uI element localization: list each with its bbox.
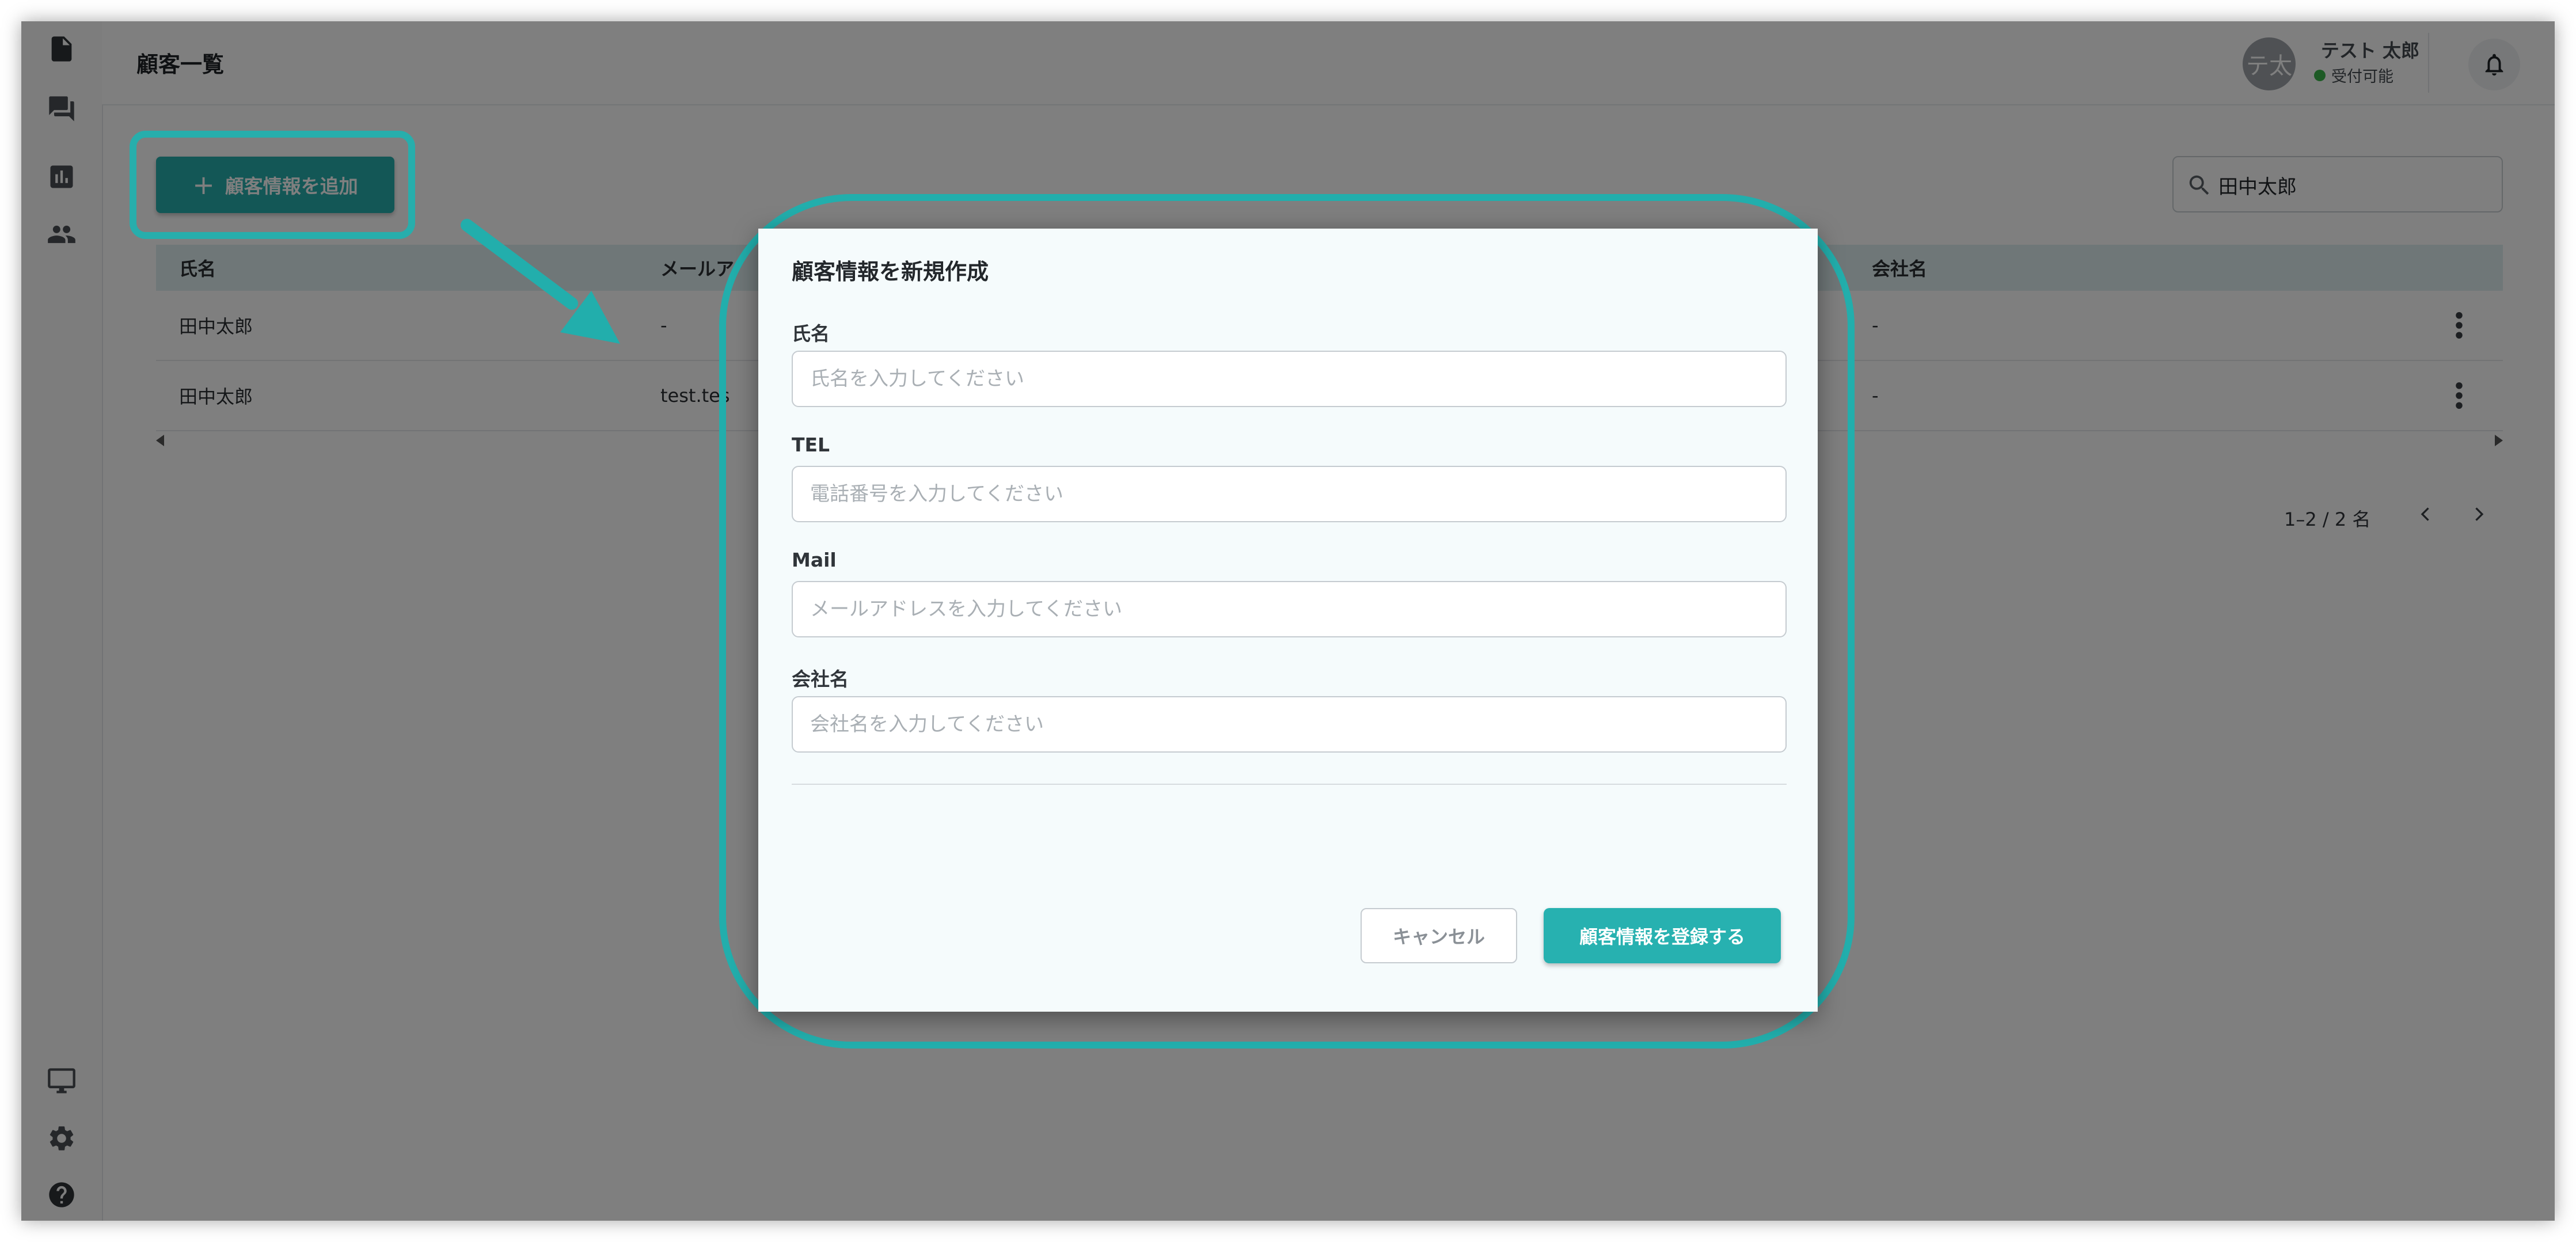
name-field-label: 氏名 — [792, 322, 830, 345]
tel-input[interactable] — [792, 466, 1787, 522]
dialog-title: 顧客情報を新規作成 — [792, 259, 989, 284]
mail-input[interactable] — [792, 581, 1787, 637]
tel-field-label: TEL — [792, 434, 830, 456]
name-input[interactable] — [792, 351, 1787, 407]
create-customer-dialog: 顧客情報を新規作成 氏名 TEL Mail 会社名 キャンセル 顧客情報を登録す… — [758, 229, 1818, 1012]
dialog-divider — [792, 784, 1787, 785]
register-customer-button[interactable]: 顧客情報を登録する — [1544, 908, 1781, 963]
company-input[interactable] — [792, 696, 1787, 753]
company-field-label: 会社名 — [792, 668, 849, 690]
add-button-highlight — [130, 131, 415, 239]
cancel-button[interactable]: キャンセル — [1361, 908, 1517, 963]
mail-field-label: Mail — [792, 549, 837, 571]
app-window: 顧客一覧 テ太 テスト 太郎 受付可能 + 顧客情報を追加 氏名 メールア 会社… — [21, 21, 2555, 1221]
